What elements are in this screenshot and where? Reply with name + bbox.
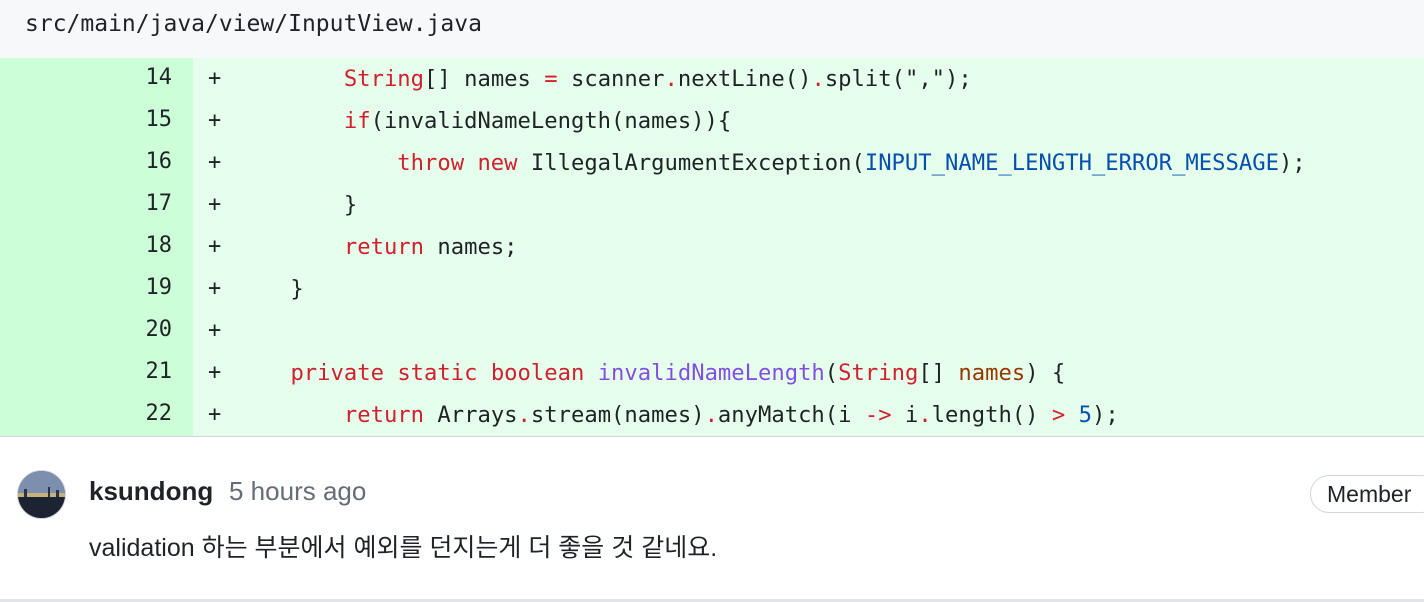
line-number[interactable]: 19 xyxy=(0,268,173,308)
line-number[interactable]: 21 xyxy=(0,352,173,392)
diff-hunk: 14 + String[] names = scanner.nextLine()… xyxy=(0,58,1424,436)
code-token: static xyxy=(397,360,478,386)
diff-line: 16 + throw new IllegalArgumentException(… xyxy=(0,142,1424,184)
code-content: return names; xyxy=(237,226,518,268)
diff-line: 14 + String[] names = scanner.nextLine()… xyxy=(0,58,1424,100)
addition-marker: + xyxy=(208,276,222,301)
code-token: 5 xyxy=(1078,402,1092,428)
code-token: . xyxy=(664,66,678,92)
line-number[interactable]: 18 xyxy=(0,226,173,266)
code-token: [] xyxy=(918,360,959,386)
code-token: . xyxy=(704,402,718,428)
avatar[interactable] xyxy=(17,470,66,519)
diff-line: 22 + return Arrays.stream(names).anyMatc… xyxy=(0,394,1424,436)
code-token: > xyxy=(1051,402,1066,428)
code-token: private xyxy=(290,360,384,386)
code-token: names; xyxy=(424,234,518,260)
code-content: throw new IllegalArgumentException(INPUT… xyxy=(237,142,1306,184)
addition-marker: + xyxy=(208,360,222,385)
line-number[interactable]: 17 xyxy=(0,184,173,224)
code-token: i xyxy=(891,402,919,428)
addition-marker: + xyxy=(208,192,222,217)
code-token: throw xyxy=(397,150,465,176)
line-number[interactable]: 20 xyxy=(0,310,173,350)
code-token: = xyxy=(544,66,558,92)
code-token: nextLine() xyxy=(677,66,812,92)
code-content: String[] names = scanner.nextLine().spli… xyxy=(237,58,972,100)
code-content: } xyxy=(237,184,357,226)
code-token: length() xyxy=(931,402,1052,428)
addition-marker: + xyxy=(208,318,222,343)
addition-marker: + xyxy=(208,108,222,133)
code-token: split(","); xyxy=(824,66,972,92)
code-token: return xyxy=(343,234,425,260)
code-content: } xyxy=(237,268,304,310)
code-token: } xyxy=(237,276,304,302)
code-token: [] names xyxy=(424,66,545,92)
code-token: anyMatch(i xyxy=(717,402,865,428)
code-token: (invalidNameLength(names)){ xyxy=(370,108,732,134)
code-token: . xyxy=(517,402,531,428)
code-content: private static boolean invalidNameLength… xyxy=(237,352,1065,394)
code-token: ) { xyxy=(1025,360,1066,386)
comment-author[interactable]: ksundong xyxy=(89,476,213,506)
addition-marker: + xyxy=(208,234,222,259)
file-header: src/main/java/view/InputView.java xyxy=(0,0,1424,58)
code-token: names xyxy=(958,360,1026,386)
comment-timestamp[interactable]: 5 hours ago xyxy=(229,476,366,506)
code-token: ); xyxy=(1278,150,1306,176)
code-token: String xyxy=(838,360,919,386)
code-token: String xyxy=(343,66,425,92)
code-token: ); xyxy=(1091,402,1119,428)
addition-marker: + xyxy=(208,66,222,91)
code-token: scanner xyxy=(557,66,665,92)
code-token: return xyxy=(343,402,425,428)
line-number[interactable]: 16 xyxy=(0,142,173,182)
code-token: if xyxy=(343,108,371,134)
diff-line: 15 + if(invalidNameLength(names)){ xyxy=(0,100,1424,142)
code-token: ( xyxy=(824,360,839,386)
code-token: } xyxy=(237,192,358,218)
comment-body: validation 하는 부분에서 예외를 던지는게 더 좋을 것 같네요. xyxy=(89,534,718,562)
code-token: -> xyxy=(864,402,892,428)
diff-line: 18 + return names; xyxy=(0,226,1424,268)
code-token: stream(names) xyxy=(530,402,705,428)
file-path[interactable]: src/main/java/view/InputView.java xyxy=(25,10,482,38)
badge-label: Member xyxy=(1327,481,1412,507)
diff-line: 20 + xyxy=(0,310,1424,352)
code-token: boolean xyxy=(490,360,585,386)
code-token: INPUT_NAME_LENGTH_ERROR_MESSAGE xyxy=(864,150,1279,176)
code-token: . xyxy=(918,402,932,428)
member-badge: Member xyxy=(1310,475,1424,513)
code-token: . xyxy=(811,66,825,92)
line-number[interactable]: 22 xyxy=(0,394,173,434)
code-token: Arrays xyxy=(424,402,518,428)
code-content: if(invalidNameLength(names)){ xyxy=(237,100,731,142)
diff-line: 17 + } xyxy=(0,184,1424,226)
code-token: new xyxy=(477,150,518,176)
line-number[interactable]: 15 xyxy=(0,100,173,140)
review-comment: ksundong 5 hours ago Member validation 하… xyxy=(0,437,1424,599)
code-token: invalidNameLength xyxy=(597,360,825,386)
line-number[interactable]: 14 xyxy=(0,58,173,98)
diff-line: 19 + } xyxy=(0,268,1424,310)
addition-marker: + xyxy=(208,402,222,427)
addition-marker: + xyxy=(208,150,222,175)
code-content: return Arrays.stream(names).anyMatch(i -… xyxy=(237,394,1119,436)
code-token: IllegalArgumentException( xyxy=(517,150,865,176)
diff-line: 21 + private static boolean invalidNameL… xyxy=(0,352,1424,394)
